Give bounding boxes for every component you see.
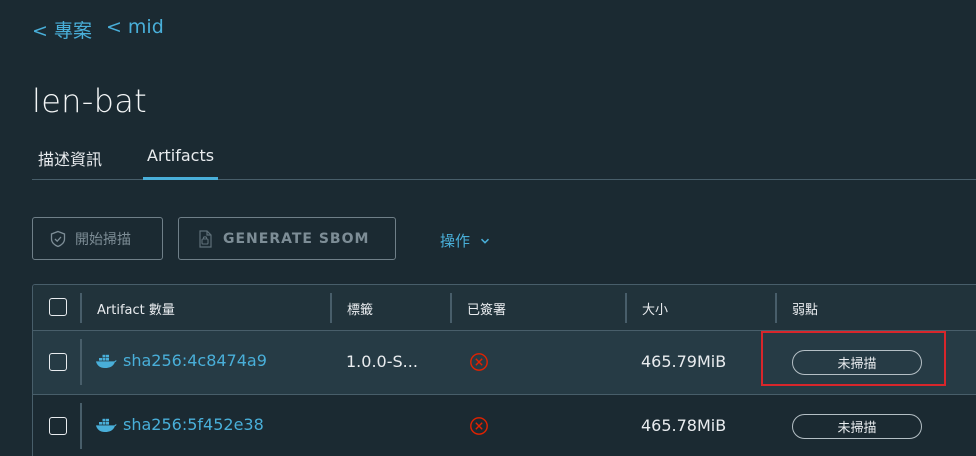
x-circle-icon [470, 417, 488, 435]
column-header-size[interactable]: 大小 [642, 299, 668, 318]
start-scan-button[interactable]: 開始掃描 [32, 217, 163, 260]
column-separator [775, 293, 777, 323]
tab-description[interactable]: 描述資訊 [38, 146, 102, 177]
tab-artifacts[interactable]: Artifacts [143, 146, 219, 180]
breadcrumb-mid-link[interactable]: < mid [106, 16, 164, 43]
column-separator [330, 293, 332, 323]
artifact-digest-link[interactable]: sha256:4c8474a9 [95, 351, 267, 370]
generate-sbom-label: GENERATE SBOM [223, 230, 370, 247]
artifact-size: 465.78MiB [641, 416, 727, 435]
column-header-signed[interactable]: 已簽署 [467, 299, 506, 318]
row-separator [80, 339, 82, 385]
actions-label: 操作 [440, 232, 471, 250]
not-scanned-badge[interactable]: 未掃描 [792, 414, 922, 439]
sbom-document-icon [199, 229, 212, 248]
breadcrumb-projects-link[interactable]: < 專案 [32, 16, 92, 43]
start-scan-label: 開始掃描 [75, 231, 131, 248]
column-header-vulnerabilities[interactable]: 弱點 [792, 299, 818, 318]
docker-icon [96, 354, 117, 368]
not-scanned-badge[interactable]: 未掃描 [792, 350, 922, 375]
row-checkbox[interactable] [49, 353, 67, 371]
tab-bar: 描述資訊 Artifacts [32, 146, 976, 180]
breadcrumb: < 專案 < mid [32, 16, 164, 43]
table-row: sha256:4c8474a9 1.0.0-S... 465.79MiB 未掃描 [33, 331, 976, 395]
actions-dropdown[interactable]: 操作 [440, 230, 490, 251]
column-header-tag[interactable]: 標籤 [347, 299, 373, 318]
artifact-digest: sha256:4c8474a9 [123, 351, 267, 370]
artifact-digest-link[interactable]: sha256:5f452e38 [95, 415, 264, 434]
column-header-artifact[interactable]: Artifact 數量 [97, 299, 175, 318]
artifacts-table: Artifact 數量 標籤 已簽署 大小 弱點 sha256:4c8474a9… [32, 284, 976, 456]
generate-sbom-button[interactable]: GENERATE SBOM [178, 217, 396, 260]
page-title: len-bat [32, 82, 147, 120]
artifact-tag: 1.0.0-S... [346, 352, 418, 371]
select-all-checkbox[interactable] [49, 298, 67, 316]
row-checkbox[interactable] [49, 417, 67, 435]
column-separator [80, 293, 82, 323]
x-circle-icon [470, 353, 488, 371]
column-separator [625, 293, 627, 323]
table-row: sha256:5f452e38 465.78MiB 未掃描 [33, 395, 976, 456]
column-separator [450, 293, 452, 323]
table-header: Artifact 數量 標籤 已簽署 大小 弱點 [33, 285, 976, 331]
row-separator [80, 403, 82, 449]
shield-icon [50, 230, 66, 247]
artifact-digest: sha256:5f452e38 [123, 415, 264, 434]
chevron-down-icon [480, 238, 490, 244]
docker-icon [96, 418, 117, 432]
artifact-size: 465.79MiB [641, 352, 727, 371]
